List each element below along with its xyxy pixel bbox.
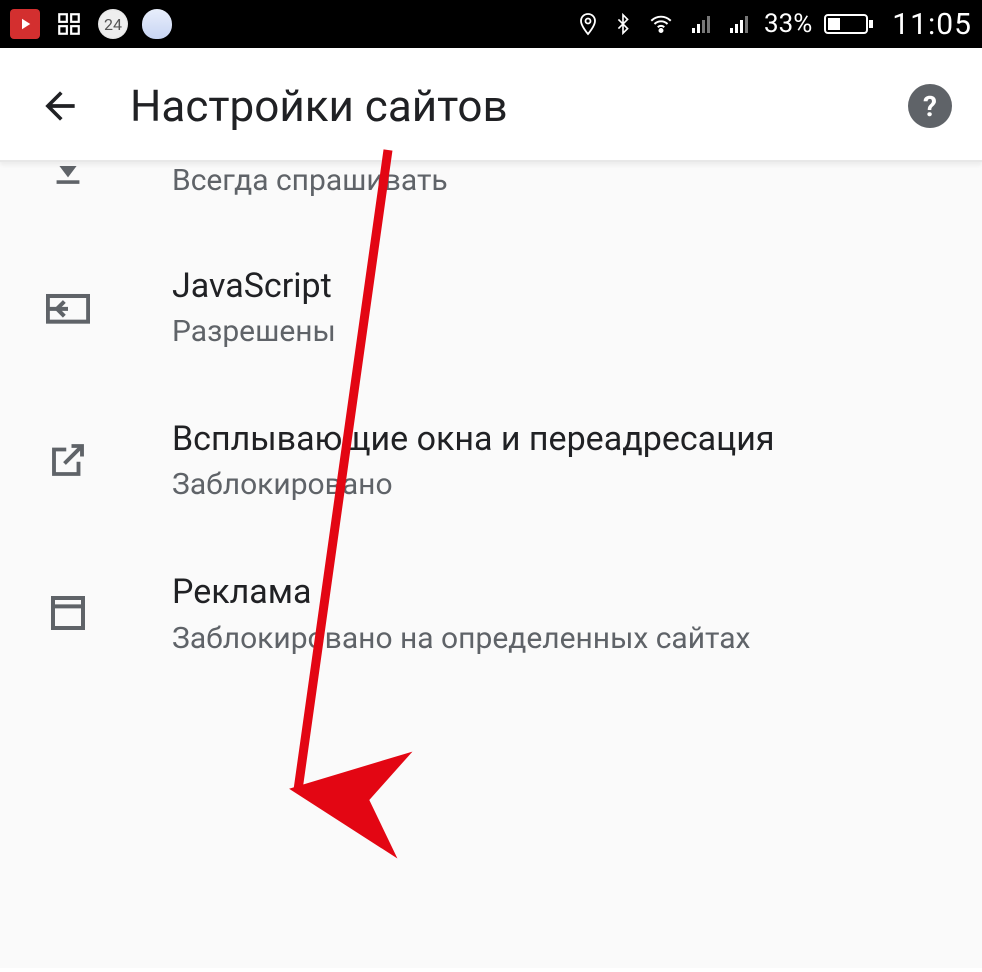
download-icon <box>36 162 100 204</box>
arrow-back-icon <box>38 84 82 128</box>
settings-row-subtitle: Заблокировано на определенных сайтах <box>172 621 750 656</box>
notification-app-icon-3 <box>142 9 172 39</box>
input-icon <box>36 279 100 335</box>
notification-app-icon-1 <box>10 9 40 39</box>
wifi-icon <box>646 11 676 37</box>
help-icon: ? <box>923 90 937 123</box>
settings-row-title: JavaScript <box>172 264 336 308</box>
ads-icon <box>36 585 100 641</box>
signal-icon-1 <box>688 12 714 36</box>
signal-icon-2 <box>726 12 752 36</box>
settings-row-subtitle: Всегда спрашивать <box>172 163 448 198</box>
status-right-icons: 33% 11:05 <box>576 7 972 42</box>
appbar: Настройки сайтов ? <box>0 48 982 162</box>
battery-percent: 33% <box>764 9 812 39</box>
status-bar: 24 33% 11:05 <box>0 0 982 48</box>
page-title: Настройки сайтов <box>130 80 908 132</box>
back-button[interactable] <box>30 76 90 136</box>
battery-icon <box>824 12 874 36</box>
settings-row-title: Всплывающие окна и переадресация <box>172 417 775 461</box>
settings-row-javascript[interactable]: JavaScript Разрешены <box>0 230 982 383</box>
settings-row-ads[interactable]: Реклама Заблокировано на определенных са… <box>0 536 982 689</box>
notification-fullscreen-icon <box>54 9 84 39</box>
status-left-icons: 24 <box>10 9 172 39</box>
status-clock: 11:05 <box>892 7 972 42</box>
notification-app-icon-2: 24 <box>98 9 128 39</box>
location-icon <box>576 10 600 38</box>
settings-row-popups[interactable]: Всплывающие окна и переадресация Заблоки… <box>0 383 982 536</box>
help-button[interactable]: ? <box>908 84 952 128</box>
open-in-new-icon <box>36 432 100 488</box>
settings-row-subtitle: Разрешены <box>172 314 336 349</box>
settings-row-previous[interactable]: Всегда спрашивать <box>0 162 982 230</box>
settings-row-subtitle: Заблокировано <box>172 467 775 502</box>
bluetooth-icon <box>612 10 634 38</box>
settings-list: Всегда спрашивать JavaScript Разрешены В… <box>0 162 982 968</box>
settings-row-title: Реклама <box>172 570 750 614</box>
